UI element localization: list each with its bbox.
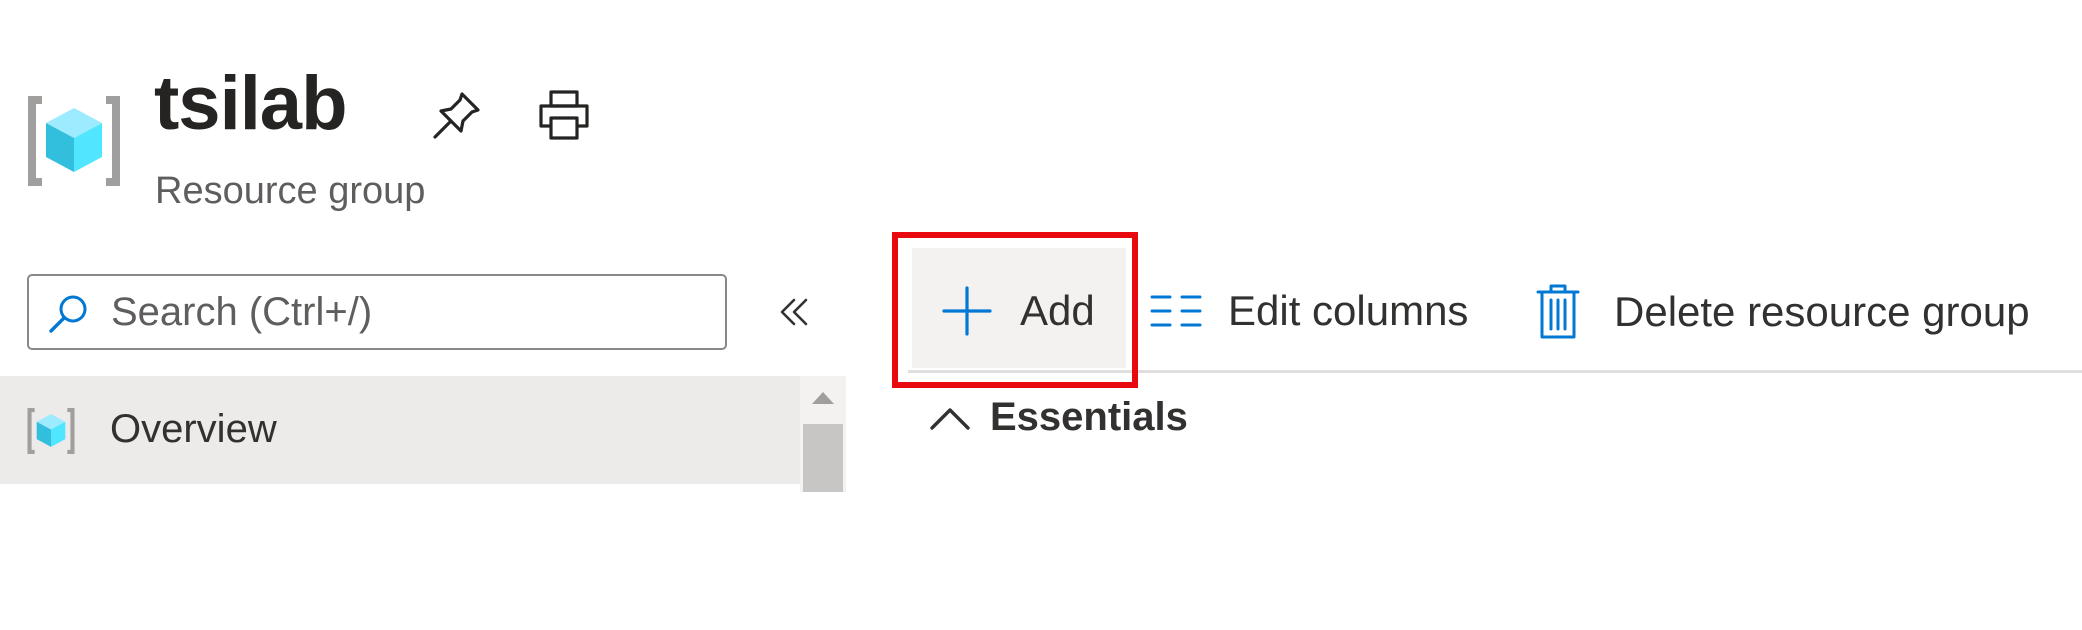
essentials-label: Essentials [990, 395, 1188, 439]
resource-group-icon [26, 408, 76, 454]
plus-icon [942, 286, 992, 336]
print-button[interactable] [536, 88, 592, 144]
scrollbar-thumb[interactable] [803, 424, 843, 492]
delete-resource-group-button[interactable]: Delete resource group [1536, 280, 2030, 344]
sidebar-item-label: Overview [110, 407, 277, 451]
delete-resource-group-label: Delete resource group [1614, 288, 2030, 335]
add-button-label: Add [1020, 287, 1095, 334]
trash-icon [1536, 284, 1580, 339]
search-box[interactable] [27, 274, 727, 350]
add-button[interactable]: Add [912, 248, 1126, 368]
sidebar-scrollbar[interactable] [800, 376, 846, 492]
page-subtitle: Resource group [155, 170, 426, 212]
resource-group-icon [26, 96, 122, 186]
double-chevron-left-icon [780, 298, 808, 326]
sidebar-item-overview[interactable]: Overview [0, 376, 800, 484]
search-input[interactable] [111, 284, 711, 340]
edit-columns-icon [1150, 295, 1202, 327]
pin-button[interactable] [428, 88, 484, 144]
scroll-up-arrow-icon[interactable] [812, 392, 834, 404]
pin-icon [433, 92, 480, 139]
page-title: tsilab [154, 61, 347, 146]
essentials-toggle[interactable]: Essentials [928, 392, 1188, 442]
print-icon [539, 90, 589, 140]
collapse-sidebar-button[interactable] [772, 290, 816, 334]
toolbar-divider [908, 370, 2082, 373]
edit-columns-button[interactable]: Edit columns [1148, 280, 1468, 342]
search-icon [47, 293, 89, 335]
chevron-up-icon [930, 408, 970, 430]
edit-columns-label: Edit columns [1228, 287, 1469, 334]
